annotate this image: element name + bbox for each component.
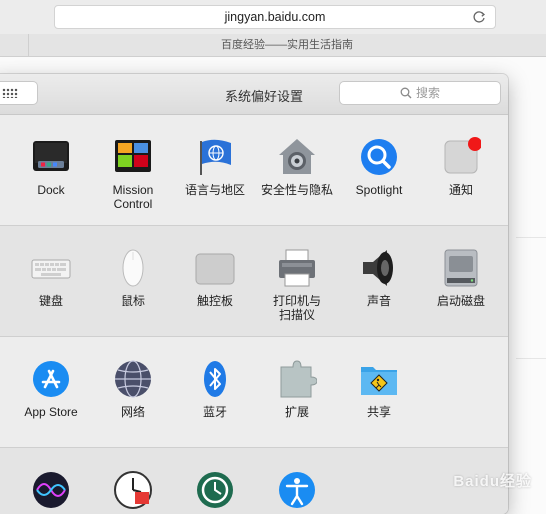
pref-network[interactable]: 网络 [88, 359, 178, 419]
pref-label: 安全性与隐私 [260, 183, 333, 197]
pref-label: 键盘 [38, 294, 63, 308]
pref-sharing[interactable]: 共享 [334, 359, 424, 419]
keyboard-icon [31, 248, 71, 288]
watermark-paw: du [479, 473, 500, 490]
pref-label: Mission Control [112, 183, 154, 211]
watermark-suffix: 经验 [499, 473, 532, 490]
speaker-icon [359, 248, 399, 288]
browser-toolbar: jingyan.baidu.com [0, 0, 546, 35]
printer-icon [277, 248, 317, 288]
pref-label: 蓝牙 [202, 405, 227, 419]
pref-dock[interactable]: Dock [6, 137, 96, 197]
window-titlebar: 系统偏好设置 搜索 [0, 74, 508, 115]
dock-icon [31, 137, 71, 177]
tab-active[interactable]: 百度经验——实用生活指南 [28, 34, 546, 56]
pref-bluetooth[interactable]: 蓝牙 [170, 359, 260, 419]
address-bar[interactable]: jingyan.baidu.com [54, 5, 496, 29]
time-machine-icon [195, 470, 235, 510]
prefs-row-system [0, 448, 508, 514]
pref-label: Spotlight [355, 183, 403, 197]
app-store-icon [31, 359, 71, 399]
mouse-icon [113, 248, 153, 288]
pref-label: 共享 [366, 405, 391, 419]
pref-label: 打印机与 扫描仪 [272, 294, 321, 322]
hard-disk-icon [441, 248, 481, 288]
pref-label: 触控板 [196, 294, 233, 308]
network-globe-icon [113, 359, 153, 399]
house-lock-icon [277, 137, 317, 177]
pref-label: 启动磁盘 [436, 294, 485, 308]
pref-label: 通知 [448, 183, 473, 197]
pref-keyboard[interactable]: 键盘 [6, 248, 96, 308]
watermark-brand: Bai [453, 473, 480, 490]
notification-icon [441, 137, 482, 177]
pref-accessibility[interactable] [252, 470, 342, 510]
pref-label: 语言与地区 [184, 183, 245, 197]
trackpad-icon [195, 248, 235, 288]
prefs-row-internet: App Store 网络 蓝牙 扩展 共享 [0, 337, 508, 448]
pref-printers-scanners[interactable]: 打印机与 扫描仪 [252, 248, 342, 322]
pref-app-store[interactable]: App Store [6, 359, 96, 419]
magnifier-icon [359, 137, 399, 177]
pref-date-time[interactable] [88, 470, 178, 510]
date-time-icon [113, 470, 153, 510]
pref-startup-disk[interactable]: 启动磁盘 [416, 248, 506, 308]
accessibility-icon [277, 470, 317, 510]
pref-trackpad[interactable]: 触控板 [170, 248, 260, 308]
search-icon [400, 87, 412, 99]
pref-label: Dock [37, 183, 65, 197]
search-placeholder: 搜索 [415, 86, 440, 100]
pref-label: App Store [24, 405, 78, 419]
pref-siri[interactable] [6, 470, 96, 510]
pref-mouse[interactable]: 鼠标 [88, 248, 178, 308]
bluetooth-icon [195, 359, 235, 399]
mission-control-icon [113, 137, 153, 177]
pref-notifications[interactable]: 通知 [416, 137, 506, 197]
pref-label: 声音 [366, 294, 391, 308]
pref-mission-control[interactable]: Mission Control [88, 137, 178, 211]
siri-icon [31, 470, 71, 510]
search-input[interactable]: 搜索 [339, 81, 501, 105]
puzzle-icon [277, 359, 318, 399]
pref-time-machine[interactable] [170, 470, 260, 510]
pref-spotlight[interactable]: Spotlight [334, 137, 424, 197]
prefs-row-personal: 务 Dock Mission Control 语言与地区 安全性与隐私 [0, 115, 508, 242]
pref-label: 鼠标 [120, 294, 145, 308]
prefs-row-hardware: 键盘 鼠标 触控板 打印机与 扫描仪 声音 启动磁盘 [0, 226, 508, 337]
pref-label: 扩展 [284, 405, 309, 419]
tab-empty[interactable] [0, 34, 29, 56]
pref-security-privacy[interactable]: 安全性与隐私 [252, 137, 342, 197]
pref-extensions[interactable]: 扩展 [252, 359, 342, 419]
reload-icon[interactable] [471, 9, 487, 25]
sharing-folder-icon [359, 359, 399, 399]
pref-sound[interactable]: 声音 [334, 248, 424, 308]
page-divider [516, 237, 546, 359]
system-preferences-window: 系统偏好设置 搜索 务 Dock Mission Control [0, 74, 508, 514]
baidu-jingyan-watermark: Baidu经验 [453, 466, 532, 492]
address-text: jingyan.baidu.com [224, 10, 326, 24]
pref-label: 网络 [120, 405, 145, 419]
flag-globe-icon [195, 137, 235, 177]
pref-language-region[interactable]: 语言与地区 [170, 137, 260, 197]
tab-bar: 百度经验——实用生活指南 [0, 34, 546, 57]
